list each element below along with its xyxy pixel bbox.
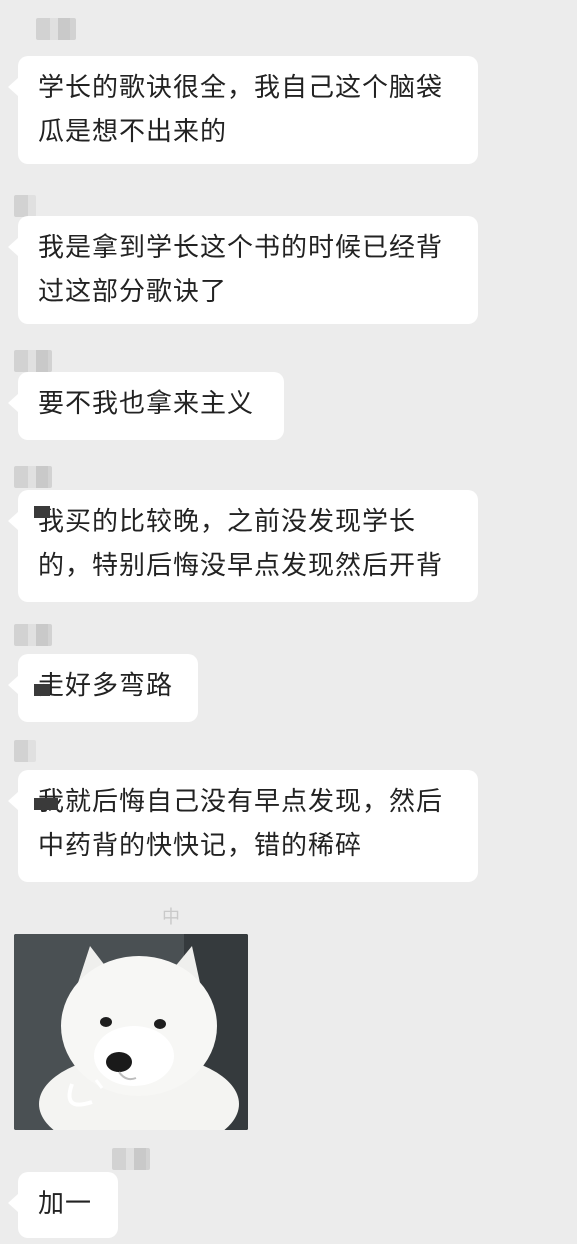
- sender-name: [14, 350, 52, 372]
- sender-name: [36, 18, 76, 40]
- dog-sticker-image[interactable]: [14, 934, 248, 1130]
- faint-label: 中: [162, 907, 180, 928]
- message-bubble[interactable]: 学长的歌诀很全，我自己这个脑袋 瓜是想不出来的: [8, 56, 478, 164]
- redaction-mark: [34, 684, 50, 696]
- message-bubble[interactable]: 我买的比较晚，之前没发现学长 的，特别后悔没早点发现然后开背: [8, 490, 478, 602]
- sender-name: [14, 740, 36, 762]
- redaction-mark: [34, 506, 50, 518]
- sender-name: [112, 1148, 150, 1170]
- redaction-mark: [34, 798, 58, 810]
- sender-name: [14, 466, 52, 488]
- message-bubble[interactable]: 我就后悔自己没有早点发现，然后 中药背的快快记，错的稀碎: [8, 770, 478, 882]
- samoyed-puppy-icon: [14, 934, 248, 1130]
- sender-name: [14, 195, 36, 217]
- message-bubble[interactable]: 我是拿到学长这个书的时候已经背 过这部分歌诀了: [8, 216, 478, 324]
- message-bubble[interactable]: 加一: [8, 1172, 118, 1238]
- message-bubble[interactable]: 要不我也拿来主义: [8, 372, 284, 440]
- sender-name: [14, 624, 52, 646]
